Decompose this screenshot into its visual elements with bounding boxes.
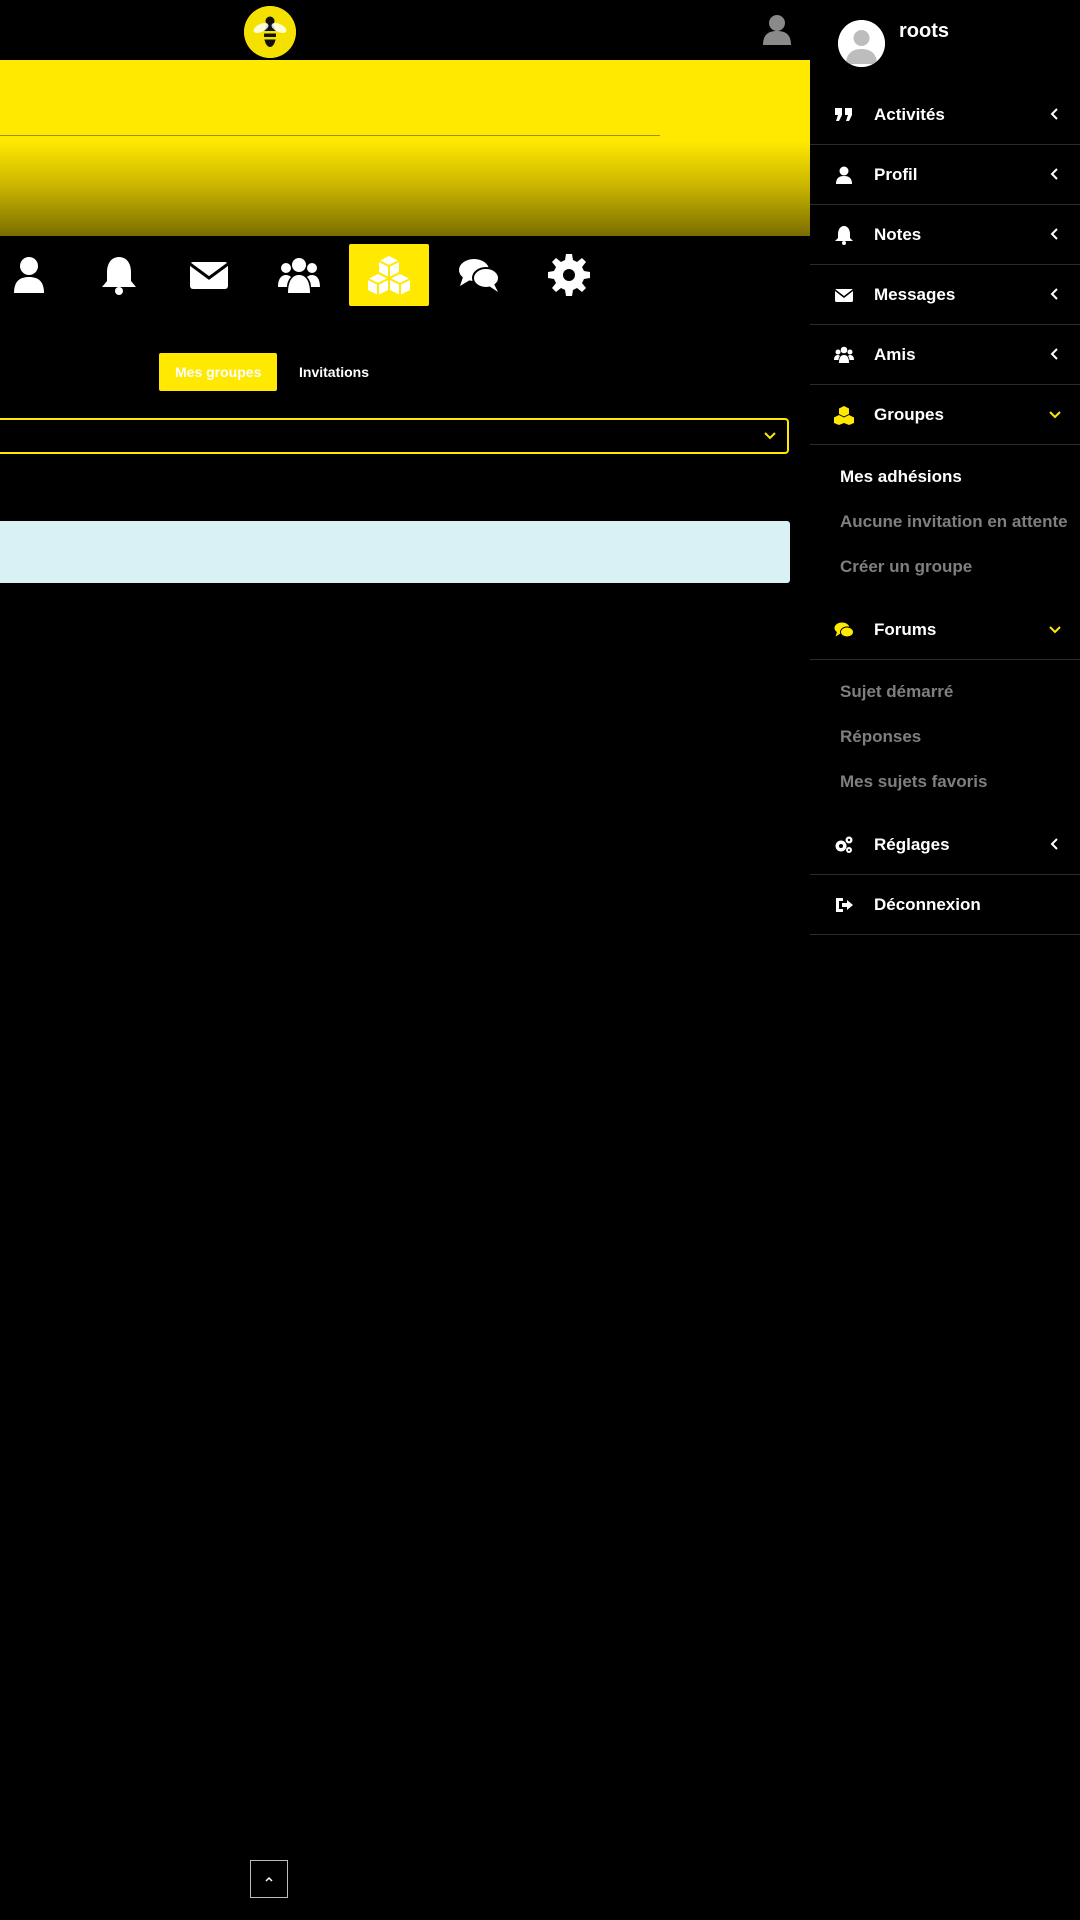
menu-label: Groupes (874, 405, 944, 424)
bell-icon (834, 225, 854, 245)
menu-item-groupes[interactable]: Groupes (810, 385, 1080, 445)
submenu-creer-groupe[interactable]: Créer un groupe (840, 557, 972, 577)
menu-label: Réglages (874, 835, 950, 854)
menu-label: Activités (874, 105, 945, 124)
quote-icon (834, 105, 854, 125)
chevron-left-icon (1048, 107, 1062, 121)
chevron-left-icon (1048, 167, 1062, 181)
sign-out-icon (834, 895, 854, 915)
menu-item-deconnexion[interactable]: Déconnexion (810, 875, 1080, 935)
cover-banner (0, 60, 810, 236)
bee-logo-icon[interactable] (244, 6, 296, 58)
menu-item-messages[interactable]: Messages (810, 265, 1080, 325)
profile-nav-comments-icon[interactable] (439, 244, 519, 306)
chevron-left-icon (1048, 287, 1062, 301)
tab-mes-groupes[interactable]: Mes groupes (159, 353, 278, 391)
chevron-left-icon (1048, 347, 1062, 361)
profile-nav-user-icon[interactable] (0, 244, 69, 306)
submenu-mes-adhesions[interactable]: Mes adhésions (840, 467, 962, 487)
cover-divider (0, 135, 660, 136)
menu-label: Déconnexion (874, 895, 981, 914)
menu-label: Messages (874, 285, 956, 304)
menu-label: Forums (874, 620, 937, 639)
cubes-icon (834, 405, 854, 425)
submenu-sujet-demarre[interactable]: Sujet démarré (840, 682, 953, 702)
menu-item-forums[interactable]: Forums (810, 600, 1080, 660)
chevron-down-icon (1048, 407, 1062, 421)
profile-nav-bell-icon[interactable] (79, 244, 159, 306)
user-icon (834, 165, 854, 185)
menu-item-amis[interactable]: Amis (810, 325, 1080, 385)
menu-item-activites[interactable]: Activités (810, 85, 1080, 145)
envelope-icon (834, 285, 854, 305)
avatar[interactable] (838, 20, 885, 67)
profile-nav-gear-icon[interactable] (529, 244, 609, 306)
menu-item-reglages[interactable]: Réglages (810, 815, 1080, 875)
gears-icon (834, 835, 854, 855)
chevron-up-icon (265, 1876, 273, 1882)
username[interactable]: roots (899, 20, 949, 43)
back-to-top-button[interactable] (250, 1860, 288, 1898)
info-message-box (0, 521, 790, 583)
users-icon (834, 345, 854, 365)
menu-item-profil[interactable]: Profil (810, 145, 1080, 205)
tab-invitations[interactable]: Invitations (283, 353, 385, 391)
menu-label: Amis (874, 345, 916, 364)
groups-filter-select[interactable] (0, 418, 789, 454)
submenu-sujets-favoris[interactable]: Mes sujets favoris (840, 772, 987, 792)
menu-label: Notes (874, 225, 922, 244)
chevron-down-icon (763, 429, 777, 443)
chevron-left-icon (1048, 227, 1062, 241)
profile-nav-users-icon[interactable] (259, 244, 339, 306)
profile-nav-cubes-icon[interactable] (349, 244, 429, 306)
submenu-aucune-invitation[interactable]: Aucune invitation en attente (840, 512, 1068, 532)
comments-icon (834, 620, 854, 640)
profile-nav-envelope-icon[interactable] (169, 244, 249, 306)
submenu-reponses[interactable]: Réponses (840, 727, 921, 747)
chevron-left-icon (1048, 837, 1062, 851)
menu-item-notes[interactable]: Notes (810, 205, 1080, 265)
menu-label: Profil (874, 165, 918, 184)
user-silhouette-icon[interactable] (760, 12, 794, 46)
chevron-down-icon (1048, 622, 1062, 636)
